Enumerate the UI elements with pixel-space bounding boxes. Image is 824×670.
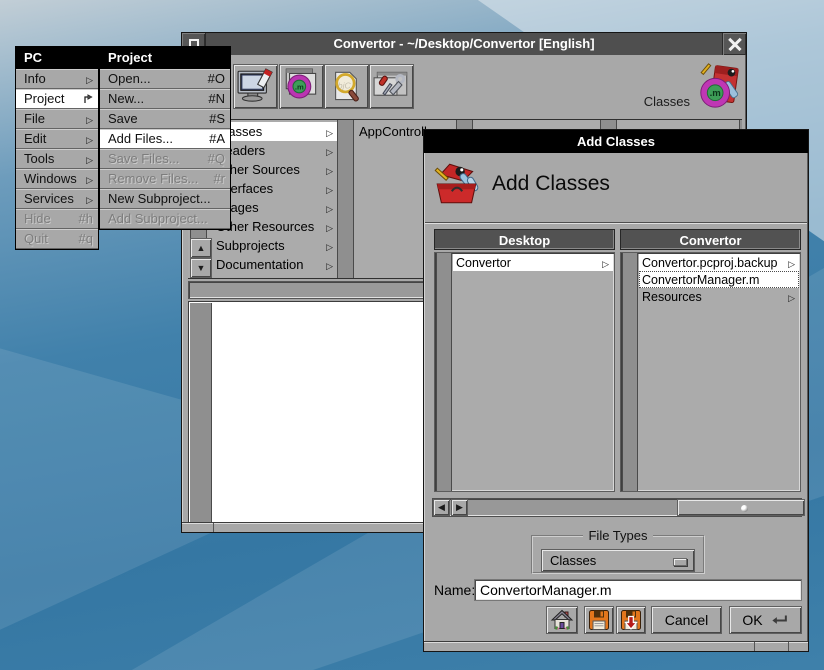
browser-row[interactable]: Subprojects [212,236,337,255]
scroll-up-button[interactable] [190,238,212,258]
dialog-horizontal-scrollbar[interactable] [432,498,802,517]
find-icon: bjC [328,68,365,105]
ok-button[interactable]: OK [729,606,802,634]
editor-button[interactable]: .m [279,64,324,109]
scroll-down-button[interactable] [190,258,212,278]
scroll-left-button[interactable] [433,499,450,516]
project-window-titlebar[interactable]: Convertor - ~/Desktop/Convertor [English… [182,33,746,55]
dialog-titlebar[interactable]: Add Classes [424,130,808,153]
column-header-convertor: Convertor [620,229,801,250]
name-label: Name: [434,582,475,598]
home-button[interactable] [546,606,578,634]
add-classes-dialog: Add Classes Add Classes Desktop Converto… [423,129,809,652]
submenu-arrow-icon [86,151,93,166]
file-types-group: File Types Classes [531,528,705,574]
svg-text:.m: .m [710,88,721,99]
branch-arrow-icon [788,256,795,270]
file-column-desktop: Convertor [434,252,615,492]
floppy-download-icon [619,608,643,632]
file-type-popup[interactable]: Classes [541,549,695,572]
submenu-arrow-icon [86,111,93,126]
submenu-arrow-icon [86,131,93,146]
mount-button[interactable] [616,606,646,634]
scroll-right-button[interactable] [451,499,468,516]
pc-menu: PC Info Project File Edit Tools Windows … [15,46,99,250]
floppy-icon [587,608,611,632]
file-column-convertor: Convertor.pcproj.backup ConvertorManager… [620,252,801,492]
file-row[interactable]: Convertor.pcproj.backup [639,254,799,271]
menu-item-windows[interactable]: Windows [16,169,98,189]
svg-text:.m: .m [295,83,304,92]
return-key-icon [771,614,789,627]
menu-item-services[interactable]: Services [16,189,98,209]
menu-item-save-files: Save Files...#Q [100,149,230,169]
column2-scroller[interactable] [337,120,354,278]
dialog-heading: Add Classes [492,172,610,196]
submenu-arrow-icon [86,191,93,206]
category-label: Classes [622,94,690,109]
dialog-resize-bar[interactable] [424,641,808,651]
separator [425,222,807,224]
menu-item-add-files[interactable]: Add Files...#A [100,129,230,149]
branch-arrow-icon [326,276,333,279]
branch-arrow-icon [326,257,333,272]
menu-item-new-subproject[interactable]: New Subproject... [100,189,230,209]
menu-item-quit: Quit#q [16,229,98,249]
column-scroller[interactable] [622,253,638,491]
project-window-title: Convertor - ~/Desktop/Convertor [English… [206,33,722,55]
file-row[interactable]: Convertor [453,254,613,271]
disk-button[interactable] [584,606,614,634]
browser-row[interactable]: Supporting Files [212,274,337,279]
project-menu: Project Open...#O New...#N Save#S Add Fi… [99,46,231,230]
menu-item-file[interactable]: File [16,109,98,129]
menu-item-edit[interactable]: Edit [16,129,98,149]
file-row-selected[interactable]: ConvertorManager.m [639,271,799,288]
find-button[interactable]: bjC [324,64,369,109]
home-icon [550,608,574,632]
close-button[interactable] [722,33,746,55]
browser-row[interactable]: Documentation [212,255,337,274]
submenu-open-arrow-icon [83,94,93,104]
file-types-legend: File Types [583,528,652,543]
branch-arrow-icon [788,290,795,304]
scrollbar-knob[interactable] [677,499,805,516]
editor-vertical-scrollbar[interactable] [190,303,212,522]
branch-arrow-icon [326,162,333,177]
menu-item-tools[interactable]: Tools [16,149,98,169]
build-icon [237,68,274,105]
cancel-button[interactable]: Cancel [651,606,722,634]
branch-arrow-icon [326,200,333,215]
pc-menu-title[interactable]: PC [16,47,98,69]
tools-icon [373,68,410,105]
menu-item-remove-files: Remove Files...#r [100,169,230,189]
close-icon [728,37,742,51]
branch-arrow-icon [326,219,333,234]
branch-arrow-icon [326,181,333,196]
project-tools-button[interactable] [369,64,414,109]
popup-indicator-icon [673,558,687,566]
menu-item-hide: Hide#h [16,209,98,229]
file-row[interactable]: Resources [639,288,799,305]
menu-item-project[interactable]: Project [16,89,98,109]
menu-item-info[interactable]: Info [16,69,98,89]
menu-item-save[interactable]: Save#S [100,109,230,129]
name-input[interactable]: ConvertorManager.m [474,579,802,601]
submenu-arrow-icon [86,71,93,86]
branch-arrow-icon [602,256,609,270]
project-menu-title[interactable]: Project [100,47,230,69]
branch-arrow-icon [326,238,333,253]
menu-item-add-subproject: Add Subproject... [100,209,230,229]
menu-item-open[interactable]: Open...#O [100,69,230,89]
build-button[interactable] [233,64,278,109]
submenu-arrow-icon [86,171,93,186]
branch-arrow-icon [326,124,333,139]
toolbox-icon [432,159,482,209]
column-header-desktop: Desktop [434,229,615,250]
editor-icon: .m [283,68,320,105]
knob-dimple [741,505,748,512]
branch-arrow-icon [326,143,333,158]
menu-item-new[interactable]: New...#N [100,89,230,109]
classes-category-icon[interactable]: .m [696,61,742,113]
column-scroller[interactable] [436,253,452,491]
